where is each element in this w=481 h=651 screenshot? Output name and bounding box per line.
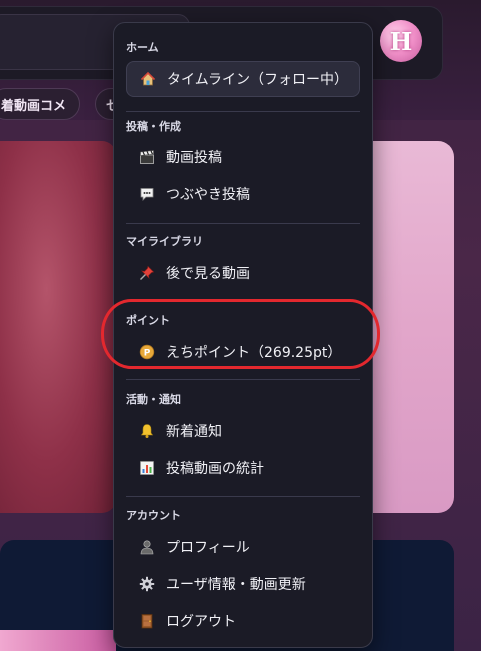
speech-bubble-icon — [138, 185, 156, 203]
menu-item-label: ログアウト — [166, 614, 236, 630]
highlight-annotation — [101, 299, 380, 369]
section-label-account: アカウント — [126, 509, 181, 522]
video-thumbnail-right[interactable] — [370, 141, 454, 513]
menu-item-label: 後で見る動画 — [166, 266, 250, 282]
avatar-letter: H — [389, 26, 413, 56]
avatar[interactable]: H — [380, 20, 422, 62]
menu-item-timeline[interactable]: タイムライン（フォロー中） — [126, 61, 360, 97]
section-label-home: ホーム — [126, 41, 159, 54]
menu-item-label: プロフィール — [166, 540, 250, 556]
gear-icon — [138, 575, 156, 593]
menu-item-label: 新着通知 — [166, 424, 222, 440]
section-label-library: マイライブラリ — [126, 235, 203, 248]
menu-item-label: 投稿動画の統計 — [166, 461, 264, 477]
menu-item-profile[interactable]: プロフィール — [126, 529, 360, 565]
user-icon — [138, 538, 156, 556]
menu-divider — [126, 111, 360, 112]
menu-divider — [126, 496, 360, 497]
menu-item-watch-later[interactable]: 後で見る動画 — [126, 255, 360, 291]
menu-divider — [126, 379, 360, 380]
thumbnail-image[interactable] — [0, 630, 116, 651]
bell-icon — [138, 422, 156, 440]
section-label-post: 投稿・作成 — [126, 120, 181, 133]
pushpin-icon — [138, 264, 156, 282]
menu-item-notifications[interactable]: 新着通知 — [126, 413, 360, 449]
category-chip-video-comments[interactable]: 着動画コメ — [0, 88, 80, 120]
menu-item-post-tweet[interactable]: つぶやき投稿 — [126, 176, 360, 212]
menu-item-label: ユーザ情報・動画更新 — [166, 577, 306, 593]
menu-item-upload-video[interactable]: 動画投稿 — [126, 139, 360, 175]
bar-chart-icon — [138, 459, 156, 477]
clapper-icon — [138, 148, 156, 166]
menu-item-user-settings[interactable]: ユーザ情報・動画更新 — [126, 566, 360, 602]
house-icon — [139, 70, 157, 88]
menu-item-label: 動画投稿 — [166, 150, 222, 166]
door-icon — [138, 612, 156, 630]
chip-label: 着動画コメ — [1, 98, 67, 114]
menu-divider — [126, 223, 360, 224]
menu-item-label: タイムライン（フォロー中） — [167, 72, 349, 88]
section-label-activity: 活動・通知 — [126, 393, 181, 406]
menu-item-video-stats[interactable]: 投稿動画の統計 — [126, 450, 360, 486]
menu-item-logout[interactable]: ログアウト — [126, 603, 360, 639]
menu-item-label: つぶやき投稿 — [166, 187, 250, 203]
video-thumbnail-left[interactable] — [0, 141, 116, 513]
